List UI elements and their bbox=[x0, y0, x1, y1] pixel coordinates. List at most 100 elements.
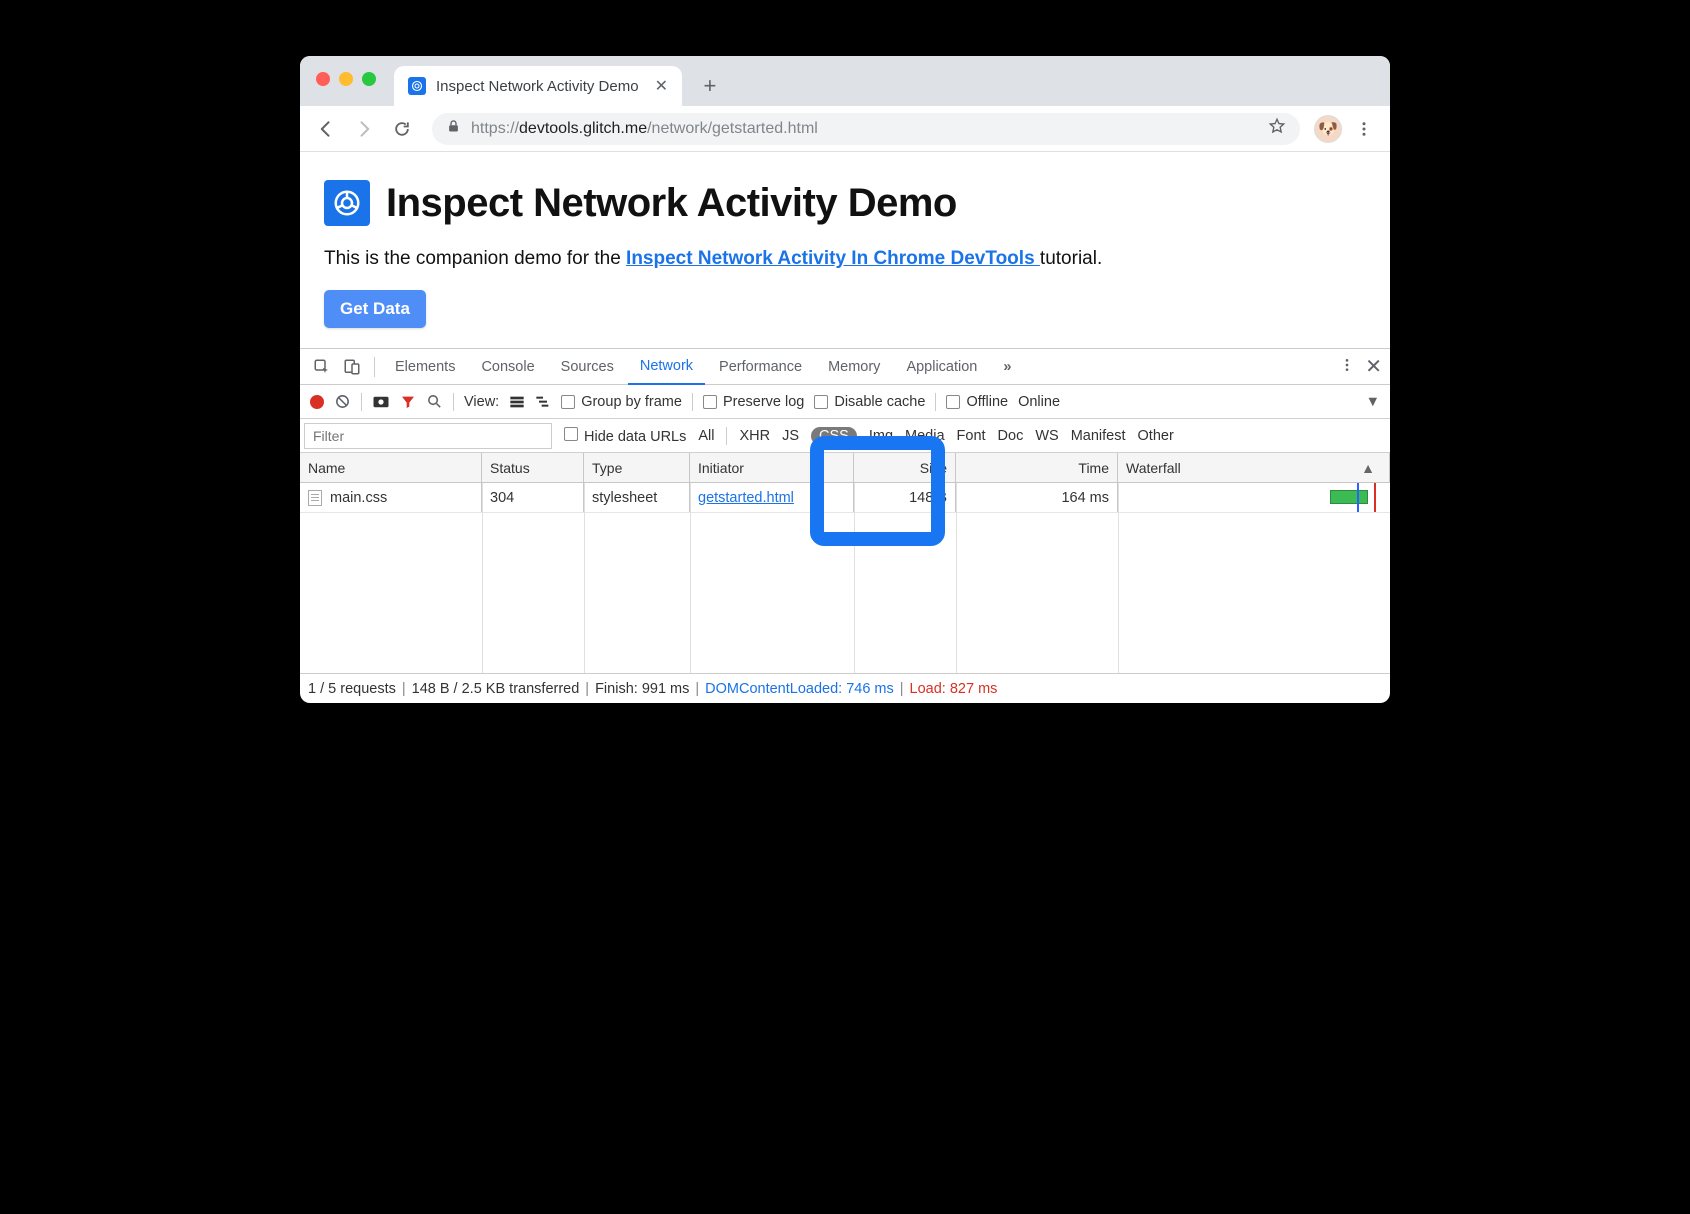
device-toggle-icon[interactable] bbox=[338, 353, 366, 381]
reload-button[interactable] bbox=[386, 113, 418, 145]
url-host: devtools.glitch.me bbox=[519, 120, 647, 137]
tabs-overflow[interactable]: » bbox=[991, 349, 1023, 385]
devtools-menu-icon[interactable] bbox=[1339, 357, 1355, 377]
cell-size: 148 B bbox=[854, 483, 956, 512]
col-name[interactable]: Name bbox=[300, 453, 482, 482]
status-load: Load: 827 ms bbox=[910, 681, 998, 697]
status-finish: Finish: 991 ms bbox=[595, 681, 689, 697]
tab-memory[interactable]: Memory bbox=[816, 349, 892, 385]
col-type[interactable]: Type bbox=[584, 453, 690, 482]
hide-data-urls-checkbox[interactable]: Hide data URLs bbox=[564, 427, 686, 445]
window-controls bbox=[316, 72, 376, 86]
page-logo-icon bbox=[324, 180, 370, 226]
type-filters: All XHR JS CSS Img Media Font Doc WS Man… bbox=[698, 427, 1173, 445]
filter-css[interactable]: CSS bbox=[811, 427, 857, 445]
tab-sources[interactable]: Sources bbox=[549, 349, 626, 385]
tab-performance[interactable]: Performance bbox=[707, 349, 814, 385]
network-table-header: Name Status Type Initiator Size Time Wat… bbox=[300, 453, 1390, 483]
large-rows-icon[interactable] bbox=[509, 395, 525, 409]
filter-media[interactable]: Media bbox=[905, 428, 945, 444]
back-button[interactable] bbox=[310, 113, 342, 145]
group-by-frame-checkbox[interactable]: Group by frame bbox=[561, 394, 682, 410]
devtools-close-button[interactable]: ✕ bbox=[1365, 354, 1382, 379]
col-waterfall[interactable]: Waterfall ▲ bbox=[1118, 453, 1390, 482]
filter-xhr[interactable]: XHR bbox=[739, 428, 770, 444]
clear-button[interactable] bbox=[334, 393, 351, 410]
filter-ws[interactable]: WS bbox=[1035, 428, 1058, 444]
intro-text: This is the companion demo for the Inspe… bbox=[324, 248, 1366, 270]
devtools-panel: Elements Console Sources Network Perform… bbox=[300, 348, 1390, 703]
col-initiator[interactable]: Initiator bbox=[690, 453, 854, 482]
cell-status: 304 bbox=[482, 483, 584, 512]
record-button[interactable] bbox=[310, 395, 324, 409]
get-data-button[interactable]: Get Data bbox=[324, 290, 426, 328]
online-label[interactable]: Online bbox=[1018, 394, 1060, 410]
sort-indicator-icon: ▲ bbox=[1361, 460, 1375, 476]
filter-manifest[interactable]: Manifest bbox=[1071, 428, 1126, 444]
status-transferred: 148 B / 2.5 KB transferred bbox=[412, 681, 580, 697]
waterfall-view-icon[interactable] bbox=[535, 395, 551, 409]
inspect-element-icon[interactable] bbox=[308, 353, 336, 381]
url-text: https://devtools.glitch.me/network/getst… bbox=[471, 120, 818, 138]
table-row[interactable]: main.css 304 stylesheet getstarted.html … bbox=[300, 483, 1390, 513]
network-table-body: main.css 304 stylesheet getstarted.html … bbox=[300, 483, 1390, 673]
preserve-log-checkbox[interactable]: Preserve log bbox=[703, 394, 804, 410]
network-toolbar: View: Group by frame Preserve log Disabl… bbox=[300, 385, 1390, 419]
file-icon bbox=[308, 490, 322, 506]
disable-cache-checkbox[interactable]: Disable cache bbox=[814, 394, 925, 410]
tab-application[interactable]: Application bbox=[894, 349, 989, 385]
minimize-window-button[interactable] bbox=[339, 72, 353, 86]
search-icon[interactable] bbox=[426, 393, 443, 410]
address-bar[interactable]: https://devtools.glitch.me/network/getst… bbox=[432, 113, 1300, 145]
browser-menu-button[interactable] bbox=[1348, 113, 1380, 145]
filter-img[interactable]: Img bbox=[869, 428, 893, 444]
status-requests: 1 / 5 requests bbox=[308, 681, 396, 697]
throttling-dropdown-icon[interactable]: ▼ bbox=[1366, 394, 1380, 410]
browser-window: Inspect Network Activity Demo ✕ + https:… bbox=[300, 56, 1390, 703]
tab-console[interactable]: Console bbox=[469, 349, 546, 385]
bookmark-star-icon[interactable] bbox=[1268, 117, 1286, 140]
col-status[interactable]: Status bbox=[482, 453, 584, 482]
tab-network[interactable]: Network bbox=[628, 349, 705, 385]
lock-icon bbox=[446, 119, 461, 139]
favicon-icon bbox=[408, 77, 426, 95]
tab-elements[interactable]: Elements bbox=[383, 349, 467, 385]
status-bar: 1 / 5 requests | 148 B / 2.5 KB transfer… bbox=[300, 673, 1390, 703]
filter-font[interactable]: Font bbox=[957, 428, 986, 444]
col-time[interactable]: Time bbox=[956, 453, 1118, 482]
offline-checkbox[interactable]: Offline bbox=[946, 394, 1008, 410]
titlebar: Inspect Network Activity Demo ✕ + bbox=[300, 56, 1390, 106]
cell-type: stylesheet bbox=[584, 483, 690, 512]
url-scheme: https:// bbox=[471, 120, 519, 137]
devtools-tabbar: Elements Console Sources Network Perform… bbox=[300, 349, 1390, 385]
cell-name: main.css bbox=[300, 483, 482, 512]
cell-initiator[interactable]: getstarted.html bbox=[690, 483, 854, 512]
cell-time: 164 ms bbox=[956, 483, 1118, 512]
filter-row: Hide data URLs All XHR JS CSS Img Media … bbox=[300, 419, 1390, 453]
browser-toolbar: https://devtools.glitch.me/network/getst… bbox=[300, 106, 1390, 152]
filter-other[interactable]: Other bbox=[1138, 428, 1174, 444]
maximize-window-button[interactable] bbox=[362, 72, 376, 86]
browser-tab[interactable]: Inspect Network Activity Demo ✕ bbox=[394, 66, 682, 106]
filter-input[interactable] bbox=[304, 423, 552, 449]
intro-link[interactable]: Inspect Network Activity In Chrome DevTo… bbox=[626, 248, 1040, 269]
intro-suffix: tutorial. bbox=[1040, 248, 1102, 269]
filter-toggle-icon[interactable] bbox=[400, 394, 416, 410]
view-label: View: bbox=[464, 394, 499, 410]
close-tab-button[interactable]: ✕ bbox=[655, 76, 668, 96]
capture-screenshots-icon[interactable] bbox=[372, 395, 390, 409]
forward-button[interactable] bbox=[348, 113, 380, 145]
new-tab-button[interactable]: + bbox=[692, 68, 728, 104]
profile-avatar[interactable]: 🐶 bbox=[1314, 115, 1342, 143]
intro-prefix: This is the companion demo for the bbox=[324, 248, 626, 269]
filter-all[interactable]: All bbox=[698, 428, 714, 444]
url-path: /network/getstarted.html bbox=[647, 120, 818, 137]
filter-doc[interactable]: Doc bbox=[998, 428, 1024, 444]
close-window-button[interactable] bbox=[316, 72, 330, 86]
status-domcontentloaded: DOMContentLoaded: 746 ms bbox=[705, 681, 894, 697]
cell-waterfall bbox=[1118, 483, 1390, 512]
filter-js[interactable]: JS bbox=[782, 428, 799, 444]
col-size[interactable]: Size bbox=[854, 453, 956, 482]
page-content: Inspect Network Activity Demo This is th… bbox=[300, 152, 1390, 348]
tab-title: Inspect Network Activity Demo bbox=[436, 78, 639, 95]
